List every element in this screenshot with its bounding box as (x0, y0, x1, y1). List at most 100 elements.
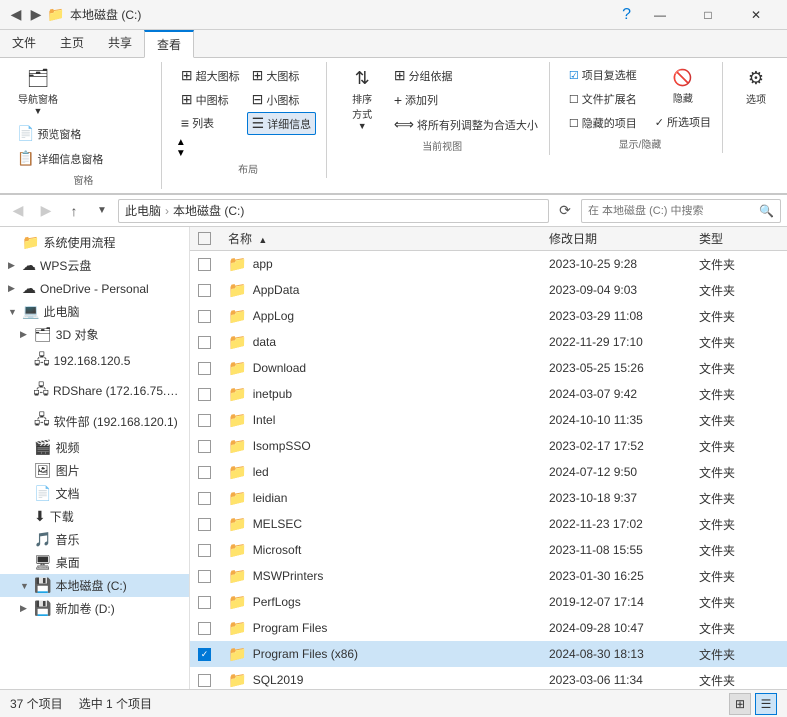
row-checkbox[interactable] (198, 310, 211, 323)
file-row[interactable]: 📁leidian2023-10-18 9:37文件夹 (190, 485, 787, 511)
tab-share[interactable]: 共享 (96, 30, 144, 57)
sidebar-item-thispc[interactable]: ▼ 💻 此电脑 (0, 300, 189, 323)
file-row[interactable]: 📁inetpub2024-03-07 9:42文件夹 (190, 381, 787, 407)
file-row[interactable]: 📁app2023-10-25 9:28文件夹 (190, 251, 787, 277)
row-checkbox[interactable] (198, 544, 211, 557)
col-type-header[interactable]: 类型 (699, 230, 779, 247)
nav-pane-button[interactable]: 🗂 导航窗格 ▼ (12, 64, 64, 120)
forward-button[interactable]: ▶ (34, 199, 58, 223)
sidebar-item-desktop[interactable]: 🖥 桌面 (0, 551, 189, 574)
tab-file[interactable]: 文件 (0, 30, 48, 57)
file-row[interactable]: 📁Program Files2024-09-28 10:47文件夹 (190, 615, 787, 641)
row-date-col: 2023-03-06 11:34 (549, 673, 699, 687)
sidebar-item-d-drive[interactable]: ▶ 💾 新加卷 (D:) (0, 597, 189, 620)
options-button[interactable]: ⚙ 选项 (737, 64, 775, 118)
sidebar-item-192[interactable]: 🖧 192.168.120.5 (0, 346, 189, 376)
file-row[interactable]: 📁PerfLogs2019-12-07 17:14文件夹 (190, 589, 787, 615)
row-checkbox[interactable] (198, 440, 211, 453)
folder-icon: 📁 (228, 333, 247, 351)
sort-button[interactable]: ⇅ 排序方式 ▼ (341, 64, 382, 135)
row-checkbox[interactable] (198, 622, 211, 635)
small-icon-button[interactable]: ⊟ 小图标 (247, 88, 317, 111)
help-button[interactable]: ? (622, 6, 631, 24)
file-row[interactable]: 📁led2024-07-12 9:50文件夹 (190, 459, 787, 485)
layout-up[interactable]: ▲ (176, 137, 186, 148)
details-view-button[interactable]: ☰ 详细信息 (247, 112, 317, 135)
sidebar-item-wps[interactable]: ▶ ☁ WPS云盘 (0, 254, 189, 277)
refresh-button[interactable]: ⟳ (553, 199, 577, 223)
file-row[interactable]: 📁AppLog2023-03-29 11:08文件夹 (190, 303, 787, 329)
sidebar-item-software[interactable]: 🖧 软件部 (192.168.120.1) (0, 406, 189, 436)
item-checkbox-toggle[interactable]: ☑ 项目复选框 (564, 64, 642, 86)
sidebar-item-rdshare[interactable]: 🖧 RDShare (172.16.75.165) (0, 376, 189, 406)
row-checkbox[interactable] (198, 570, 211, 583)
file-row[interactable]: 📁SQL20192023-03-06 11:34文件夹 (190, 667, 787, 689)
row-date-col: 2023-10-25 9:28 (549, 257, 699, 271)
col-name-header[interactable]: 名称 ▲ (228, 230, 549, 247)
up-button[interactable]: ↑ (62, 199, 86, 223)
file-row[interactable]: 📁MSWPrinters2023-01-30 16:25文件夹 (190, 563, 787, 589)
details-view-toggle[interactable]: ☰ (755, 693, 777, 715)
recent-paths-button[interactable]: ▼ (90, 199, 114, 223)
maximize-button[interactable]: □ (685, 0, 731, 30)
row-checkbox[interactable] (198, 518, 211, 531)
row-checkbox[interactable] (198, 336, 211, 349)
extralarge-icon-button[interactable]: ⊞ 超大图标 (176, 64, 245, 87)
sidebar-item-docs[interactable]: 📄 文档 (0, 482, 189, 505)
sidebar-item-c-drive[interactable]: ▼ 💾 本地磁盘 (C:) (0, 574, 189, 597)
select-all-checkbox[interactable] (198, 232, 211, 245)
sidebar-item-downloads[interactable]: ⬇ 下载 (0, 505, 189, 528)
hidden-items-toggle[interactable]: ☐ 隐藏的项目 (564, 112, 642, 134)
row-checkbox[interactable]: ✓ (198, 648, 211, 661)
row-checkbox[interactable] (198, 466, 211, 479)
minimize-button[interactable]: — (637, 0, 683, 30)
medium-icon-button[interactable]: ⊞ 中图标 (176, 88, 245, 111)
search-input[interactable] (588, 205, 755, 217)
file-ext-toggle[interactable]: ☐ 文件扩展名 (564, 88, 642, 110)
file-row[interactable]: 📁MELSEC2022-11-23 17:02文件夹 (190, 511, 787, 537)
tab-view[interactable]: 查看 (144, 30, 194, 58)
row-checkbox[interactable] (198, 284, 211, 297)
sidebar-item-video[interactable]: 🎬 视频 (0, 436, 189, 459)
close-button[interactable]: ✕ (733, 0, 779, 30)
add-column-button[interactable]: + 添加列 (389, 89, 543, 111)
address-path[interactable]: 此电脑 › 本地磁盘 (C:) (118, 199, 549, 223)
row-checkbox[interactable] (198, 596, 211, 609)
file-row[interactable]: 📁Download2023-05-25 15:26文件夹 (190, 355, 787, 381)
back-icon[interactable]: ◀ (8, 7, 24, 23)
row-checkbox[interactable] (198, 258, 211, 271)
sidebar-item-3d[interactable]: ▶ 🗂 3D 对象 (0, 323, 189, 346)
file-row[interactable]: 📁IsompSSO2023-02-17 17:52文件夹 (190, 433, 787, 459)
group-by-button[interactable]: ⊞ 分组依据 (389, 64, 543, 87)
file-row[interactable]: 📁Intel2024-10-10 11:35文件夹 (190, 407, 787, 433)
list-button[interactable]: ≡ 列表 (176, 112, 245, 134)
header-checkbox-col[interactable] (198, 232, 228, 245)
large-icon-button[interactable]: ⊞ 大图标 (247, 64, 317, 87)
search-box[interactable]: 🔍 (581, 199, 781, 223)
row-checkbox[interactable] (198, 362, 211, 375)
selected-items-button[interactable]: ✓ 所选项目 (650, 111, 716, 133)
row-checkbox[interactable] (198, 414, 211, 427)
hide-button[interactable]: 🚫 隐藏 (650, 64, 716, 109)
row-checkbox[interactable] (198, 492, 211, 505)
layout-down[interactable]: ▼ (176, 148, 186, 159)
sidebar-item-flow[interactable]: 📁 系统使用流程 (0, 231, 189, 254)
row-checkbox[interactable] (198, 674, 211, 687)
details-pane-button[interactable]: 📋 详细信息窗格 (12, 147, 108, 170)
large-icons-view-toggle[interactable]: ⊞ (729, 693, 751, 715)
sidebar-item-onedrive[interactable]: ▶ ☁ OneDrive - Personal (0, 277, 189, 300)
fit-columns-button[interactable]: ⟺ 将所有列调整为合适大小 (389, 113, 543, 136)
back-button[interactable]: ◀ (6, 199, 30, 223)
col-date-header[interactable]: 修改日期 (549, 230, 699, 247)
file-row[interactable]: 📁AppData2023-09-04 9:03文件夹 (190, 277, 787, 303)
file-row[interactable]: 📁Microsoft2023-11-08 15:55文件夹 (190, 537, 787, 563)
sidebar-item-pictures[interactable]: 🖼 图片 (0, 459, 189, 482)
forward-icon[interactable]: ▶ (28, 7, 44, 23)
file-row[interactable]: 📁data2022-11-29 17:10文件夹 (190, 329, 787, 355)
file-list-header: 名称 ▲ 修改日期 类型 (190, 227, 787, 251)
file-row[interactable]: ✓📁Program Files (x86)2024-08-30 18:13文件夹 (190, 641, 787, 667)
preview-pane-button[interactable]: 📄 预览窗格 (12, 122, 108, 145)
row-checkbox[interactable] (198, 388, 211, 401)
tab-home[interactable]: 主页 (48, 30, 96, 57)
sidebar-item-music[interactable]: 🎵 音乐 (0, 528, 189, 551)
